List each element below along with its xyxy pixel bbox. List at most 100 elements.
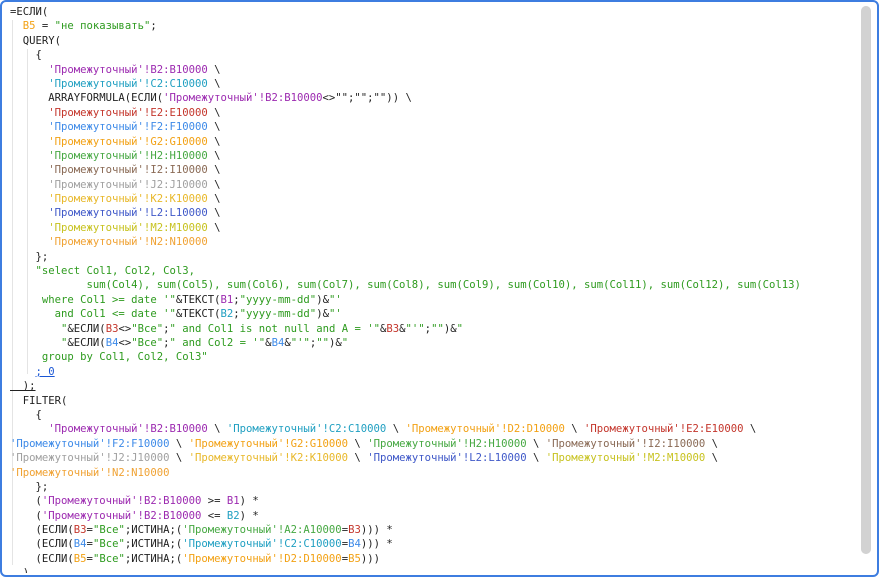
code-token: ))) *	[360, 538, 393, 551]
code-token: >=	[201, 495, 227, 508]
code-token: and Col1 <= date '"	[10, 308, 176, 321]
code-token: )&	[316, 293, 329, 306]
code-line: "&ЕСЛИ(B3<>"Все";" and Col1 is not null …	[10, 322, 801, 336]
code-token: "не показывать"	[54, 20, 151, 33]
scrollbar-thumb[interactable]	[861, 6, 871, 554]
code-token: ;ИСТИНА;(	[124, 552, 183, 565]
code-token: 'Промежуточный'!B2:B10000	[10, 423, 208, 436]
code-token: "select Col1, Col2, Col3,	[10, 265, 195, 278]
code-token: 'Промежуточный'!B2:B10000	[163, 92, 323, 105]
code-token: 'Промежуточный'!F2:F10000	[10, 437, 170, 450]
code-token: 'Промежуточный'!J2:J10000	[10, 452, 170, 465]
code-token: \	[207, 63, 221, 76]
code-token: "Все"	[131, 322, 164, 335]
code-token: 'Промежуточный'!F2:F10000	[10, 121, 208, 134]
code-token: 'Промежуточный'!E2:E10000	[10, 106, 208, 119]
code-token: 'Промежуточный'!C2:C10000	[226, 423, 387, 436]
code-line: where Col1 >= date '"&ТЕКСТ(B1;"yyyy-mm-…	[10, 293, 801, 307]
code-token: " and Col2 = '"	[169, 336, 266, 349]
formula-editor[interactable]: =ЕСЛИ( B5 = "не показывать"; QUERY( { 'П…	[4, 4, 859, 573]
code-line: 'Промежуточный'!L2:L10000 \	[10, 206, 801, 220]
code-token: "'	[328, 308, 342, 321]
code-token: \	[526, 452, 546, 465]
code-token: B2	[226, 509, 240, 522]
code-line: 'Промежуточный'!H2:H10000 \	[10, 149, 801, 163]
code-line: FILTER(	[10, 394, 801, 408]
code-line: 'Промежуточный'!J2:J10000 \	[10, 178, 801, 192]
code-token: (	[10, 509, 42, 522]
code-line: sum(Col4), sum(Col5), sum(Col6), sum(Col…	[10, 278, 801, 292]
code-token: =	[35, 20, 55, 33]
code-line: QUERY(	[10, 34, 801, 48]
code-line: =ЕСЛИ(	[10, 5, 801, 19]
code-line: 'Промежуточный'!J2:J10000 \ 'Промежуточн…	[10, 451, 801, 465]
code-token: ) *	[239, 495, 259, 508]
code-line: and Col1 <= date '"&ТЕКСТ(B2;"yyyy-mm-dd…	[10, 307, 801, 321]
code-token: \	[207, 77, 221, 90]
code-token: "	[10, 322, 68, 335]
code-token: "'	[328, 293, 342, 306]
code-token: sum(Col4), sum(Col5), sum(Col6), sum(Col…	[10, 279, 801, 292]
code-token: &ТЕКСТ(	[175, 293, 221, 306]
code-token: )	[10, 567, 29, 573]
code-token: ; 0	[35, 365, 55, 378]
code-token: B1	[226, 495, 240, 508]
code-line: B5 = "не показывать";	[10, 19, 801, 33]
code-token: 'Промежуточный'!B2:B10000	[41, 509, 202, 522]
code-token: B3	[348, 524, 361, 537]
code-token: "Все"	[92, 538, 125, 551]
code-token: <=	[201, 509, 227, 522]
code-line: ; 0	[10, 365, 801, 379]
code-token: B3	[73, 524, 87, 537]
code-token: "'"	[290, 336, 310, 349]
code-line: {	[10, 48, 801, 62]
code-token: \	[169, 452, 189, 465]
code-token: 'Промежуточный'!L2:L10000	[10, 207, 208, 220]
code-token: "Все"	[92, 552, 125, 565]
formula-code[interactable]: =ЕСЛИ( B5 = "не показывать"; QUERY( { 'П…	[10, 5, 801, 573]
vertical-scrollbar[interactable]	[861, 6, 871, 554]
code-token: B1	[220, 293, 234, 306]
code-token: 'Промежуточный'!E2:E10000	[584, 423, 744, 436]
code-token: ""	[431, 322, 444, 335]
code-line: ('Промежуточный'!B2:B10000 <= B2) *	[10, 509, 801, 523]
code-token: \	[386, 423, 406, 436]
code-token: 'Промежуточный'!C2:C10000	[10, 77, 208, 90]
code-line: };	[10, 250, 801, 264]
code-token: \	[207, 121, 221, 134]
code-token: 'Промежуточный'!D2:D10000	[405, 423, 565, 436]
code-token: B4	[348, 538, 361, 551]
code-line: 'Промежуточный'!C2:C10000 \	[10, 77, 801, 91]
code-line: 'Промежуточный'!N2:N10000	[10, 466, 801, 480]
code-token: "	[10, 336, 68, 349]
code-token: ;	[150, 20, 157, 33]
code-token: {	[10, 49, 42, 62]
code-token: 'Промежуточный'!K2:K10000	[10, 193, 208, 206]
code-token: 'Промежуточный'!M2:M10000	[10, 221, 208, 234]
code-line: 'Промежуточный'!M2:M10000 \	[10, 221, 801, 235]
code-line: 'Промежуточный'!K2:K10000 \	[10, 192, 801, 206]
code-token: \	[348, 452, 368, 465]
code-token: \	[207, 149, 221, 162]
code-token: 'Промежуточный'!H2:H10000	[367, 437, 527, 450]
code-token: B3	[105, 322, 119, 335]
code-token: 'Промежуточный'!G2:G10000	[188, 437, 349, 450]
code-token: \	[207, 423, 227, 436]
code-token: B5	[10, 20, 36, 33]
code-token: "Все"	[92, 524, 125, 537]
code-token: 'Промежуточный'!A2:A10000	[182, 524, 342, 537]
code-token: B4	[105, 336, 119, 349]
code-token: <>	[118, 336, 132, 349]
code-token: (ЕСЛИ(	[10, 552, 74, 565]
code-line: 'Промежуточный'!N2:N10000	[10, 235, 801, 249]
code-token: B4	[73, 538, 87, 551]
code-line: 'Промежуточный'!E2:E10000 \	[10, 106, 801, 120]
code-token: (ЕСЛИ(	[10, 538, 74, 551]
code-token: {	[10, 408, 42, 421]
code-token: B5	[73, 552, 87, 565]
code-token: )&	[443, 322, 457, 335]
code-token: B3	[386, 322, 400, 335]
code-token: "yyyy-mm-dd"	[239, 293, 317, 306]
code-token: "yyyy-mm-dd"	[239, 308, 317, 321]
code-token: ;ИСТИНА;(	[124, 538, 183, 551]
